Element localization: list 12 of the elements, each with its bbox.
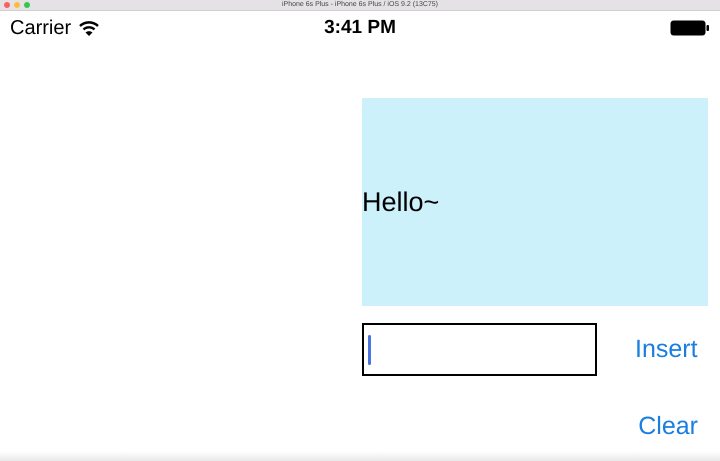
text-cursor (368, 334, 371, 364)
minimize-icon[interactable] (14, 2, 20, 8)
input-field[interactable] (362, 323, 597, 376)
insert-button[interactable]: Insert (635, 335, 698, 364)
clear-button[interactable]: Clear (638, 412, 698, 441)
zoom-icon[interactable] (24, 2, 30, 8)
wifi-icon (79, 20, 100, 36)
close-icon[interactable] (4, 2, 10, 8)
carrier-name: Carrier (10, 16, 72, 40)
hello-label: Hello~ (362, 186, 440, 218)
status-time: 3:41 PM (324, 17, 396, 39)
battery-icon (670, 20, 710, 36)
